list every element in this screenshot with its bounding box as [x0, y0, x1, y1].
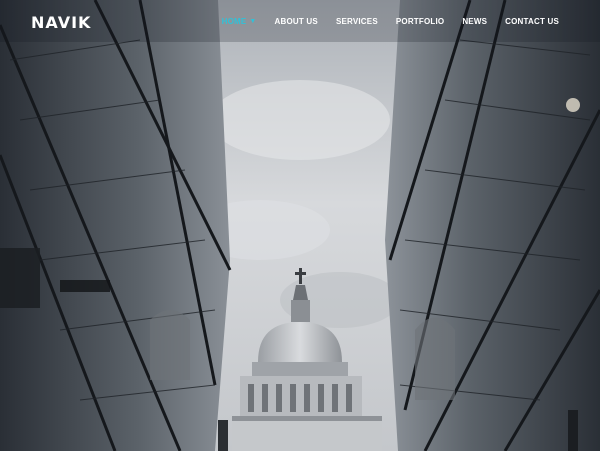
brand-logo[interactable]: NAVIK: [31, 13, 92, 32]
chevron-down-icon: ▼: [249, 17, 257, 25]
brand-logo-text: NAVIK: [31, 13, 92, 32]
nav-item-label: PORTFOLIO: [395, 16, 445, 26]
right-glass-building: [385, 0, 600, 451]
nav-item-home[interactable]: HOME ▼: [213, 0, 266, 42]
nav-item-label: CONTACT US: [505, 16, 559, 26]
nav-item-portfolio[interactable]: PORTFOLIO: [387, 0, 453, 42]
nav-item-about-us[interactable]: ABOUT US: [266, 0, 327, 42]
hero-background-image: [0, 0, 600, 451]
hero-illustration: [0, 0, 600, 451]
top-navigation-bar: NAVIK HOME ▼ ABOUT US SERVICES PORTFOLIO…: [0, 0, 600, 42]
left-glass-building: [0, 0, 232, 451]
nav-item-news[interactable]: NEWS: [453, 0, 496, 42]
nav-item-label: HOME: [221, 16, 247, 26]
main-menu: HOME ▼ ABOUT US SERVICES PORTFOLIO NEWS …: [213, 0, 568, 42]
nav-item-services[interactable]: SERVICES: [327, 0, 387, 42]
nav-item-label: NEWS: [462, 16, 488, 26]
nav-item-label: SERVICES: [335, 16, 378, 26]
nav-item-label: ABOUT US: [274, 16, 318, 26]
nav-item-contact-us[interactable]: CONTACT US: [496, 0, 568, 42]
